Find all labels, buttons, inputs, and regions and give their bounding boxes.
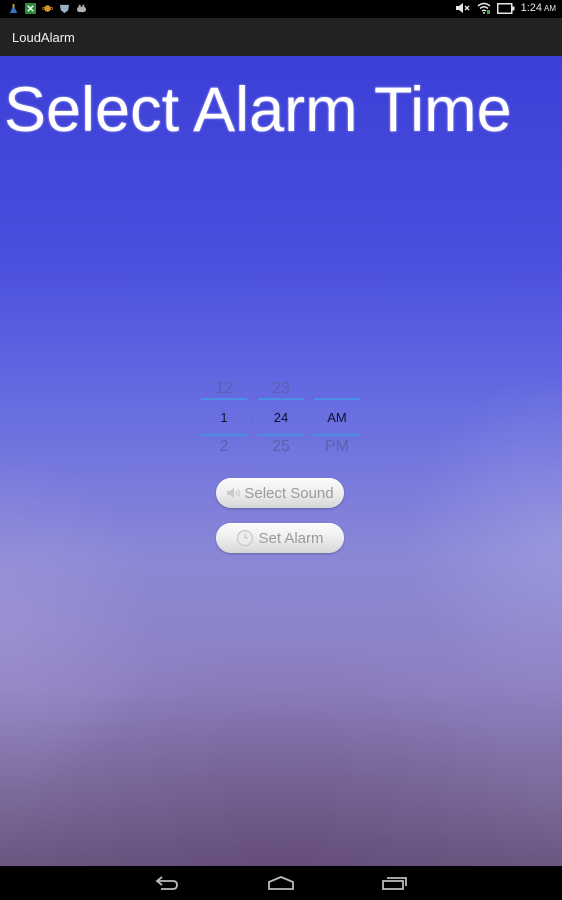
- ampm-current[interactable]: AM: [314, 402, 360, 434]
- volume-muted-icon: [455, 3, 470, 13]
- speaker-icon: [227, 488, 241, 498]
- page-title: Select Alarm Time: [4, 75, 512, 145]
- recent-apps-button[interactable]: [375, 872, 415, 894]
- minute-divider-top: [258, 398, 304, 400]
- time-picker[interactable]: 12 1 2 : 23 24 25 AM PM: [201, 380, 361, 460]
- battery-icon: [496, 2, 515, 14]
- recent-apps-icon: [382, 877, 407, 890]
- minute-divider-bottom: [258, 434, 304, 436]
- hour-divider-bottom: [201, 434, 247, 436]
- ampm-divider-bottom: [314, 434, 360, 436]
- excel-icon: [25, 3, 36, 14]
- minute-next[interactable]: 25: [258, 438, 304, 456]
- app-title: LoudAlarm: [12, 30, 75, 45]
- minute-current[interactable]: 24: [258, 402, 304, 434]
- ampm-prev[interactable]: [314, 380, 360, 398]
- clock-icon: [237, 529, 254, 547]
- set-alarm-button[interactable]: Set Alarm: [216, 523, 344, 553]
- clock-ampm: AM: [544, 4, 556, 13]
- time-separator: :: [251, 411, 255, 424]
- clock-time: 1:24: [520, 2, 542, 14]
- home-button[interactable]: [261, 872, 301, 894]
- select-sound-label: Select Sound: [244, 484, 334, 502]
- hour-next[interactable]: 2: [201, 438, 247, 456]
- navigation-bar: [0, 866, 562, 900]
- system-status: 1:24 AM: [455, 2, 556, 14]
- back-button[interactable]: [147, 872, 187, 894]
- wifi-icon: [477, 2, 491, 14]
- minute-prev[interactable]: 23: [258, 380, 304, 398]
- action-bar: LoudAlarm: [0, 18, 562, 56]
- main-content: Select Alarm Time 12 1 2 : 23 24 25 AM P…: [0, 56, 562, 866]
- hour-divider-top: [201, 398, 247, 400]
- hour-current[interactable]: 1: [201, 402, 247, 434]
- status-bar: 1:24 AM: [0, 0, 562, 18]
- shield-icon: [59, 4, 70, 14]
- cleaner-icon: [9, 3, 18, 14]
- home-icon: [268, 876, 294, 890]
- ampm-divider-top: [314, 398, 360, 400]
- set-alarm-label: Set Alarm: [258, 529, 324, 547]
- ampm-next[interactable]: PM: [314, 438, 360, 456]
- planet-icon: [42, 5, 53, 12]
- notification-icons: [8, 3, 87, 14]
- back-icon: [155, 876, 178, 890]
- gamepad-icon: [76, 4, 87, 13]
- select-sound-button[interactable]: Select Sound: [216, 478, 344, 508]
- clock: 1:24 AM: [521, 2, 556, 14]
- hour-prev[interactable]: 12: [201, 380, 247, 398]
